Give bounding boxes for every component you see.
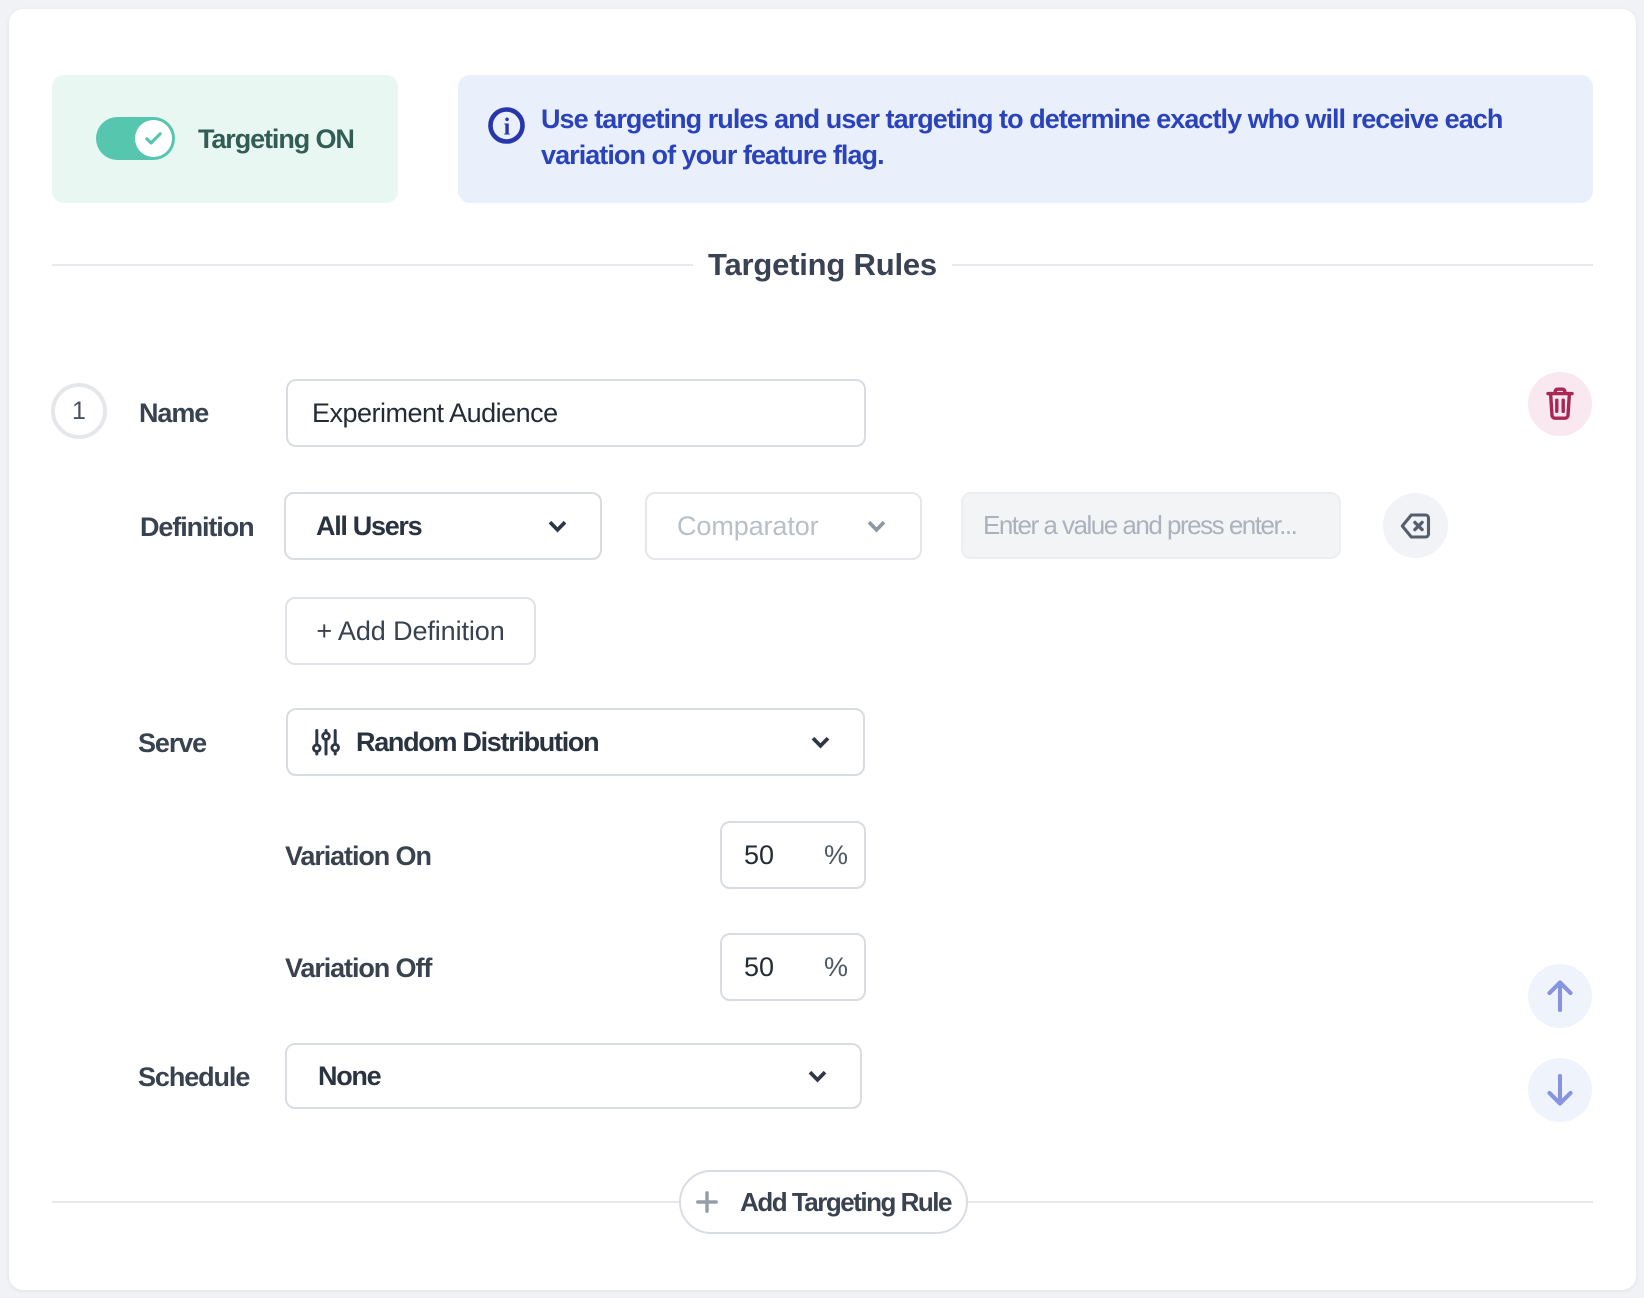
svg-text:i: i [504, 115, 511, 141]
